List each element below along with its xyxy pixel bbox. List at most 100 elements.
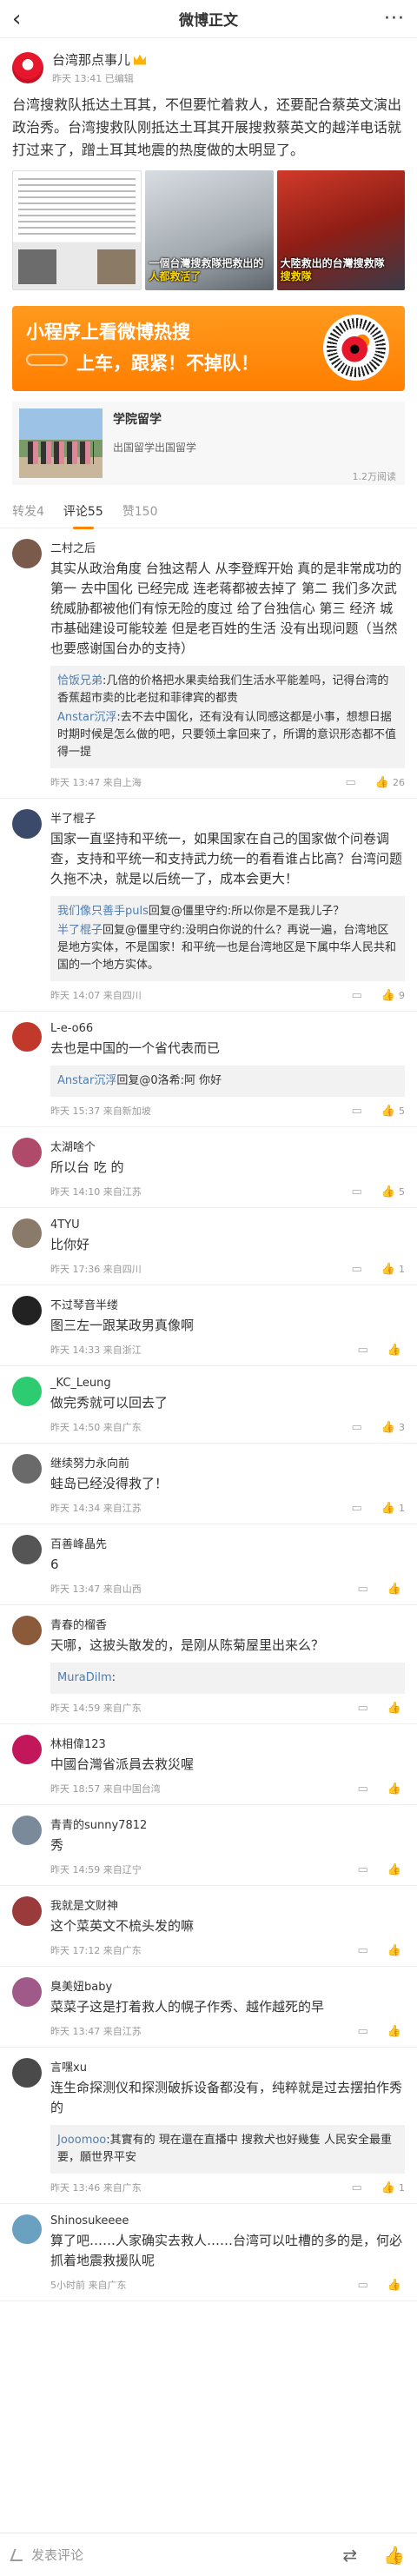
like-button[interactable]: 👍 3 bbox=[381, 1421, 405, 1434]
comment-item[interactable]: 二村之后 其实从政治角度 台独这帮人 从李登辉开始 真的是非常成功的 第一 去中国… bbox=[0, 528, 417, 799]
avatar[interactable] bbox=[12, 1816, 42, 1845]
reply-icon[interactable]: ▭ bbox=[352, 2181, 362, 2194]
comment-item[interactable]: 我就是文财神 这个菜英文不梳头发的嘛 昨天 17:12 来自广东 ▭ 👍 bbox=[0, 1886, 417, 1967]
like-button[interactable]: 👍 bbox=[387, 2279, 405, 2292]
reply-author[interactable]: Anstar沉浮 bbox=[57, 1074, 116, 1087]
comment-author[interactable]: 林相偉123 bbox=[50, 1735, 405, 1751]
like-button[interactable]: 👍 bbox=[387, 1783, 405, 1796]
comment-author[interactable]: 太湖啥个 bbox=[50, 1138, 405, 1154]
reply-icon[interactable]: ▭ bbox=[352, 1421, 362, 1434]
reply-icon[interactable]: ▭ bbox=[358, 1944, 368, 1957]
comment-item[interactable]: Shinosukeeee 算了吧……人家确实去救人……台湾可以吐槽的多的是，何必抓… bbox=[0, 2204, 417, 2301]
avatar[interactable] bbox=[12, 2058, 42, 2088]
author-name-text[interactable]: 台湾那点事儿 bbox=[52, 50, 130, 69]
avatar[interactable] bbox=[12, 1735, 42, 1764]
avatar[interactable] bbox=[12, 539, 42, 568]
comment-author[interactable]: 继续努力永向前 bbox=[50, 1454, 405, 1471]
back-icon[interactable]: ‹ bbox=[12, 8, 38, 30]
post-image-2[interactable]: 一個台灣搜救隊把救出的 人都救活了 bbox=[145, 170, 274, 290]
comment-author[interactable]: 我就是文财神 bbox=[50, 1896, 405, 1913]
author-name[interactable]: 台湾那点事儿 bbox=[52, 50, 147, 69]
comment-input[interactable]: 发表评论 bbox=[10, 2546, 342, 2564]
avatar[interactable] bbox=[12, 1218, 42, 1248]
reply-box[interactable]: 我们像只善手puls回复@僵里守约:所以你是不是我儿子？ 半了棍子回复@僵里守约:… bbox=[50, 896, 405, 981]
avatar[interactable] bbox=[12, 1535, 42, 1564]
like-button[interactable]: 👍 bbox=[387, 2025, 405, 2038]
comment-author[interactable]: 4TYU bbox=[50, 1218, 405, 1232]
like-button[interactable]: 👍 1 bbox=[381, 1502, 405, 1515]
reply-icon[interactable]: ▭ bbox=[358, 1863, 368, 1876]
comment-item[interactable]: 青青的sunny7812 秀昨天 14:59 来自辽宁 ▭ 👍 bbox=[0, 1805, 417, 1886]
like-button[interactable]: 👍 bbox=[387, 1863, 405, 1876]
reply-icon[interactable]: ▭ bbox=[358, 2025, 368, 2038]
reply-icon[interactable]: ▭ bbox=[358, 1702, 368, 1715]
post-image-3[interactable]: 大陸救出的台灣搜救隊 搜救隊 bbox=[276, 170, 405, 290]
avatar[interactable] bbox=[12, 1616, 42, 1645]
avatar[interactable] bbox=[12, 1377, 42, 1406]
like-button[interactable]: 👍 1 bbox=[381, 2181, 405, 2194]
comment-author[interactable]: 臭美妞baby bbox=[50, 1977, 405, 1994]
avatar[interactable] bbox=[12, 1296, 42, 1325]
reply-icon[interactable]: ▭ bbox=[352, 1263, 362, 1276]
reply-box[interactable]: Anstar沉浮回复@0洛希:阿 你好 bbox=[50, 1066, 405, 1097]
comment-item[interactable]: 言嘿xu 连生命探测仪和探测破拆设备都没有，纯粹就是过去摆拍作秀的 Jooomoo:… bbox=[0, 2048, 417, 2204]
like-button[interactable]: 👍 bbox=[387, 1944, 405, 1957]
comment-item[interactable]: 臭美妞baby 菜菜子这是打着救人的幌子作秀、越作越死的早 昨天 13:47 来自江… bbox=[0, 1967, 417, 2048]
reply-icon[interactable]: ▭ bbox=[358, 2279, 368, 2292]
reply-author[interactable]: Anstar沉浮 bbox=[57, 711, 116, 724]
comment-author[interactable]: 百善峰晶先 bbox=[50, 1535, 405, 1551]
reply-author[interactable]: 恰饭兄弟 bbox=[57, 674, 103, 687]
reply-box[interactable]: Jooomoo:其實有的 現在還在直播中 搜救犬也好幾隻 人民安全最重要，願世界… bbox=[50, 2125, 405, 2174]
like-button[interactable]: 👍 26 bbox=[375, 776, 405, 789]
mini-program-banner[interactable]: 小程序上看微博热搜 上车，跟紧！不掉队！ bbox=[12, 306, 405, 391]
reply-author[interactable]: Jooomoo bbox=[57, 2134, 106, 2147]
comment-item[interactable]: L-e-o66 去也是中国的一个省代表而已 Anstar沉浮回复@0洛希:阿 你好昨… bbox=[0, 1012, 417, 1127]
avatar[interactable] bbox=[12, 809, 42, 839]
tab-repost[interactable]: 转发4 bbox=[12, 502, 44, 520]
comment-item[interactable]: 4TYU 比你好 昨天 17:36 来自四川 ▭ 👍 1 bbox=[0, 1208, 417, 1285]
like-button[interactable]: 👍 5 bbox=[381, 1185, 405, 1198]
like-button[interactable]: 👍 9 bbox=[381, 989, 405, 1002]
comment-item[interactable]: 不过琴音半缕 图三左一跟某政男真像啊 昨天 14:33 来自浙江 ▭ 👍 bbox=[0, 1285, 417, 1366]
repost-icon[interactable]: ⇄ bbox=[342, 2545, 357, 2566]
like-icon[interactable]: 👍 bbox=[383, 2545, 405, 2566]
reply-icon[interactable]: ▭ bbox=[358, 1344, 368, 1357]
reply-icon[interactable]: ▭ bbox=[352, 989, 362, 1002]
comment-item[interactable]: _KC_Leung 做完秀就可以回去了 昨天 14:50 来自广东 ▭ 👍 3 bbox=[0, 1366, 417, 1444]
avatar[interactable] bbox=[12, 1896, 42, 1926]
avatar[interactable] bbox=[12, 1138, 42, 1167]
like-button[interactable]: 👍 bbox=[387, 1702, 405, 1715]
reply-author[interactable]: 我们像只善手puls bbox=[57, 905, 149, 918]
comment-item[interactable]: 半了棍子 国家一直坚持和平统一，如果国家在自己的国家做个问卷调查，支持和平统一和支… bbox=[0, 799, 417, 1012]
comment-author[interactable]: L-e-o66 bbox=[50, 1022, 405, 1035]
comment-author[interactable]: Shinosukeeee bbox=[50, 2214, 405, 2227]
comment-author[interactable]: 青春的榴香 bbox=[50, 1616, 405, 1632]
avatar[interactable] bbox=[12, 1977, 42, 2007]
like-button[interactable]: 👍 1 bbox=[381, 1263, 405, 1276]
comment-item[interactable]: 继续努力永向前 蛙岛已经没得救了！ 昨天 14:34 来自江苏 ▭ 👍 1 bbox=[0, 1444, 417, 1524]
comment-author[interactable]: 青青的sunny7812 bbox=[50, 1816, 405, 1832]
tab-comment[interactable]: 评论55 bbox=[63, 502, 103, 529]
reply-author[interactable]: 半了棍子 bbox=[57, 924, 103, 937]
avatar[interactable] bbox=[12, 52, 43, 83]
like-button[interactable]: 👍 5 bbox=[381, 1105, 405, 1118]
like-button[interactable]: 👍 bbox=[387, 1583, 405, 1596]
avatar[interactable] bbox=[12, 2214, 42, 2244]
reply-icon[interactable]: ▭ bbox=[352, 1502, 362, 1515]
avatar[interactable] bbox=[12, 1454, 42, 1484]
reply-box[interactable]: MuraDilm: bbox=[50, 1663, 405, 1694]
comment-author[interactable]: 不过琴音半缕 bbox=[50, 1296, 405, 1312]
reply-icon[interactable]: ▭ bbox=[358, 1783, 368, 1796]
comment-item[interactable]: 百善峰晶先 6 昨天 13:47 来自山西 ▭ 👍 bbox=[0, 1524, 417, 1605]
reply-icon[interactable]: ▭ bbox=[346, 776, 356, 789]
comment-author[interactable]: 半了棍子 bbox=[50, 809, 405, 826]
comment-author[interactable]: _KC_Leung bbox=[50, 1377, 405, 1390]
comment-author[interactable]: 二村之后 bbox=[50, 539, 405, 555]
reply-icon[interactable]: ▭ bbox=[352, 1185, 362, 1198]
comment-item[interactable]: 太湖啥个 所以台 吃 的昨天 14:10 来自江苏 ▭ 👍 5 bbox=[0, 1127, 417, 1208]
comment-input-placeholder[interactable]: 发表评论 bbox=[31, 2546, 83, 2564]
like-button[interactable]: 👍 bbox=[387, 1344, 405, 1357]
more-icon[interactable]: ··· bbox=[379, 8, 405, 30]
avatar[interactable] bbox=[12, 1022, 42, 1052]
comment-item[interactable]: 林相偉123 中國台灣省派員去救災喔 昨天 18:57 来自中国台湾 ▭ 👍 bbox=[0, 1724, 417, 1805]
